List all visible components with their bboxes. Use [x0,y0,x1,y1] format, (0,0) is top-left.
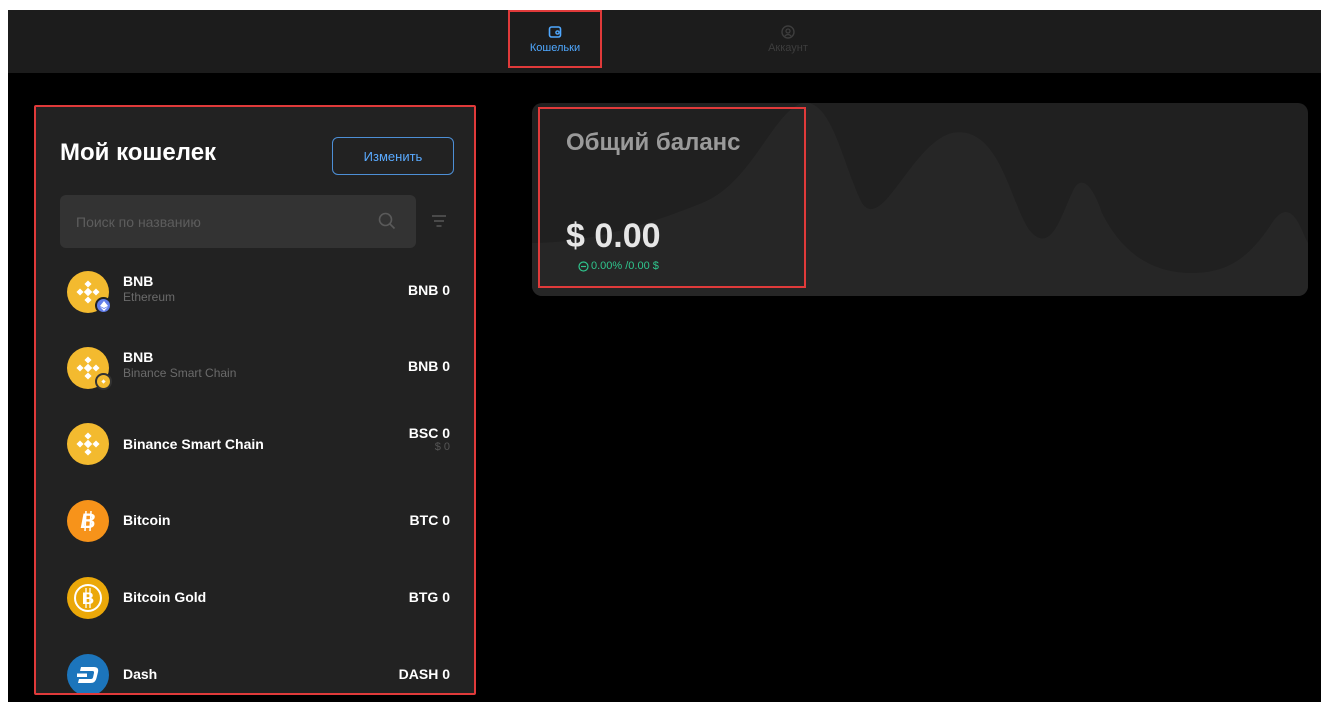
wallet-amount: BTG 0 [408,589,450,605]
wallet-row-bitcoin[interactable]: B Bitcoin BTC 0 [36,488,474,558]
app-window: Кошельки Аккаунт Мой кошелек Изменить По… [8,10,1321,702]
balance-change: 0.00% /0.00 $ [578,260,659,272]
dash-icon [67,654,109,693]
wallet-row-bnb-bsc[interactable]: BNB Binance Smart Chain BNB 0 [36,335,474,405]
wallet-name: BNB [123,349,154,365]
wallet-amount: DASH 0 [398,666,450,682]
balance-summary: Общий баланс $ 0.00 0.00% /0.00 $ [538,107,806,288]
wallet-name: Binance Smart Chain [123,436,264,452]
wallet-amount: BTC 0 [409,512,450,528]
svg-text:B: B [80,510,95,533]
svg-text:B: B [82,589,94,608]
tab-wallets-label: Кошельки [529,41,581,54]
tab-wallets[interactable]: Кошельки [508,10,602,68]
balance-title: Общий баланс [566,129,741,156]
tab-account[interactable]: Аккаунт [741,10,835,68]
wallet-network: Binance Smart Chain [123,366,237,380]
search-box [60,195,416,248]
balance-change-value: 0.00% /0.00 $ [591,260,659,272]
bitcoin-icon: B [67,500,109,542]
tab-account-label: Аккаунт [768,41,808,54]
bitcoin-gold-icon: B [67,577,109,619]
wallet-name: BNB [123,273,154,289]
wallet-row-bsc[interactable]: Binance Smart Chain BSC 0 $ 0 [36,411,474,481]
wallet-name: Bitcoin Gold [123,589,207,605]
trend-icon [578,260,589,272]
ethereum-badge-icon [95,297,112,314]
bsc-badge-icon [95,373,112,390]
wallet-amount: BNB 0 [407,282,450,298]
wallet-row-bnb-ethereum[interactable]: BNB Ethereum BNB 0 [36,259,474,329]
wallet-fiat-value: $ 0 [434,441,450,453]
wallet-name: Bitcoin [123,512,171,528]
balance-amount: $ 0.00 [566,217,661,255]
edit-button[interactable]: Изменить [332,137,454,175]
wallet-title: Мой кошелек [60,139,217,166]
wallet-icon [548,25,562,38]
search-icon[interactable] [378,212,396,230]
user-icon [781,24,795,39]
wallet-row-dash[interactable]: Dash DASH 0 [36,642,474,693]
wallet-row-bitcoin-gold[interactable]: B Bitcoin Gold BTG 0 [36,565,474,635]
search-input[interactable] [60,195,370,248]
wallet-name: Dash [123,666,158,682]
wallet-panel: Мой кошелек Изменить Поиск по названию B… [34,105,476,695]
top-navigation: Кошельки Аккаунт [8,10,1321,73]
wallet-amount: BNB 0 [407,358,450,374]
wallet-network: Ethereum [123,290,176,304]
wallet-amount: BSC 0 [408,425,450,441]
binance-icon [67,423,109,465]
filter-icon[interactable] [432,215,446,227]
